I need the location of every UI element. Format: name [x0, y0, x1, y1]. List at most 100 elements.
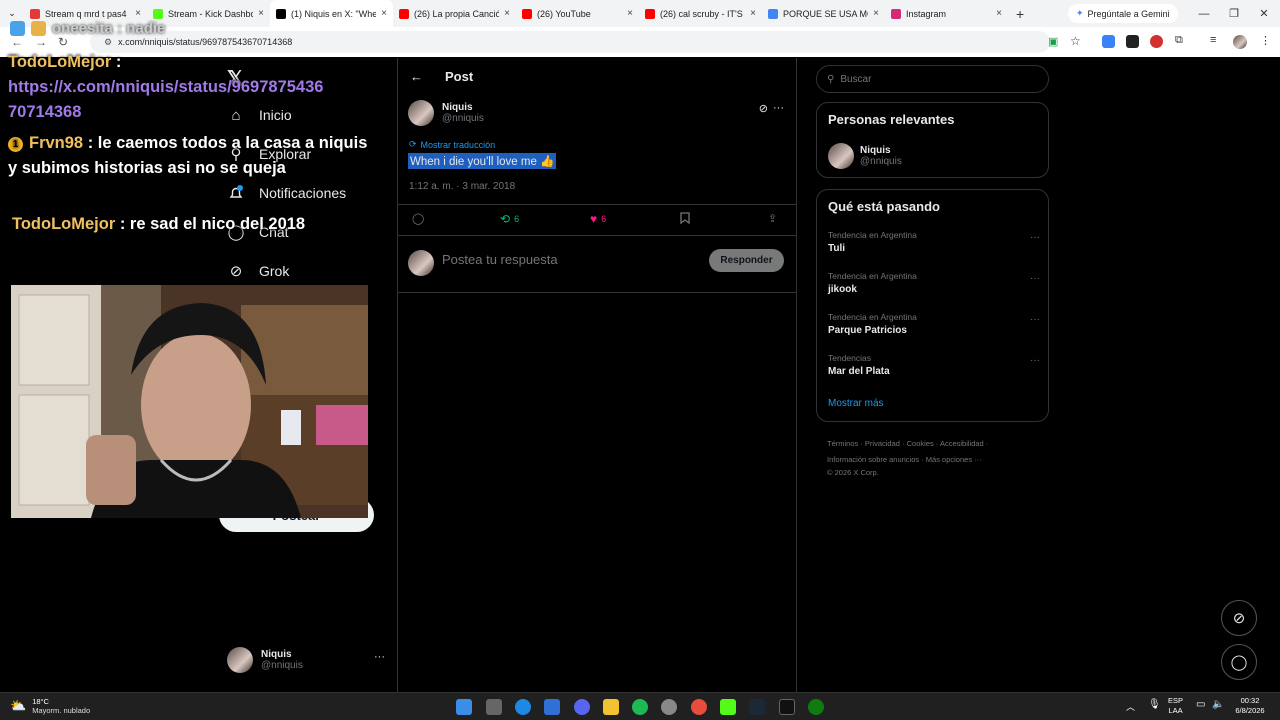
tab-close-icon[interactable]: ×	[135, 8, 141, 19]
tab-label: Stream - Kick Dashbo	[168, 8, 254, 19]
browser-tab[interactable]: (26) La propia Canció ×	[393, 0, 516, 27]
browser-tab[interactable]: Stream - Kick Dashbo ×	[147, 0, 270, 27]
trend-item[interactable]: Tendencias Mar del Plata ···	[828, 353, 1040, 377]
minimize-button[interactable]: —	[1188, 0, 1220, 27]
account-switcher[interactable]: Niquis @nniquis ···	[227, 643, 387, 677]
post-timestamp[interactable]: 1:12 a. m. · 3 mar. 2018	[409, 181, 515, 192]
xbox-icon[interactable]	[808, 699, 824, 715]
volume-icon[interactable]: 🔈	[1212, 699, 1224, 710]
clock[interactable]: 00:32 6/8/2026	[1230, 696, 1270, 716]
mic-icon[interactable]: 🎙	[1148, 699, 1161, 710]
avatar	[828, 143, 854, 169]
tab-close-icon[interactable]: ×	[627, 8, 633, 19]
more-icon[interactable]: ···	[1030, 232, 1040, 243]
more-icon[interactable]: ···	[374, 651, 385, 663]
reply-submit-button[interactable]: Responder	[709, 249, 784, 272]
trend-item[interactable]: Tendencia en Argentina Parque Patricios …	[828, 312, 1040, 336]
tiktok-icon[interactable]	[779, 699, 795, 715]
trend-item[interactable]: Tendencia en Argentina Tuli ···	[828, 230, 1040, 254]
repost-button[interactable]: ⟲ 6	[500, 212, 519, 226]
extensions-puzzle-icon[interactable]: ⧉	[1175, 34, 1183, 47]
bookmark-icon	[680, 212, 690, 224]
tab-menu-icon[interactable]: ⌄	[0, 8, 24, 19]
tab-close-icon[interactable]: ×	[750, 8, 756, 19]
page-title: Post	[445, 68, 474, 84]
spotify-icon[interactable]	[632, 699, 648, 715]
task-view-icon[interactable]	[486, 699, 502, 715]
maximize-button[interactable]: ❐	[1218, 0, 1250, 27]
extension-icon[interactable]	[1102, 35, 1115, 48]
language-indicator[interactable]: ESP LAA	[1168, 696, 1183, 716]
translate-link[interactable]: ⟳ Mostrar traducción	[409, 139, 495, 150]
browser-tab[interactable]: (26) cal scruby - IT'S ×	[639, 0, 762, 27]
reply-input[interactable]: Postea tu respuesta	[442, 252, 558, 267]
show-more-link[interactable]: Mostrar más	[828, 398, 884, 409]
obs-icon[interactable]	[661, 699, 677, 715]
browser-tab[interactable]: (26) YouTube ×	[516, 0, 639, 27]
discord-icon[interactable]	[574, 699, 590, 715]
steam-icon[interactable]	[749, 699, 765, 715]
footer-links[interactable]: Términos · Privacidad · Cookies · Accesi…	[827, 436, 1052, 452]
browser-tab[interactable]: (1) Niquis en X: "Whe ×	[270, 0, 393, 27]
share-button[interactable]: ⇪	[768, 212, 777, 225]
outlook-icon[interactable]	[544, 699, 560, 715]
nav-item-notifications[interactable]: Notificaciones	[227, 184, 346, 202]
kick-icon[interactable]	[720, 699, 736, 715]
more-icon[interactable]: ···	[1030, 314, 1040, 325]
tray-overflow-icon[interactable]: ︿	[1126, 700, 1135, 713]
footer-links[interactable]: Información sobre anuncios · Más opcione…	[827, 452, 1052, 468]
site-info-icon[interactable]: ⚙	[104, 37, 112, 48]
author-handle[interactable]: @nniquis	[442, 113, 484, 124]
clock-time: 00:32	[1240, 696, 1260, 705]
weather-widget[interactable]: ⛅ 18°C Mayorm. nublado	[10, 697, 90, 715]
relevant-people-card: Personas relevantes Niquis @nniquis	[816, 102, 1049, 178]
more-icon[interactable]: ···	[1030, 355, 1040, 366]
tab-favicon-icon	[399, 8, 409, 19]
chat-fab-button[interactable]: ◯	[1221, 644, 1257, 680]
browser-menu-icon[interactable]: ⋮	[1260, 34, 1271, 47]
post-author[interactable]: Niquis @nniquis	[408, 100, 484, 126]
tab-close-icon[interactable]: ×	[996, 8, 1002, 19]
trend-name: Tuli	[828, 243, 846, 254]
tab-close-icon[interactable]: ×	[381, 8, 387, 19]
file-explorer-icon[interactable]	[603, 699, 619, 715]
grok-icon: ⊘	[229, 263, 243, 280]
grok-icon[interactable]: ⊘	[759, 102, 768, 115]
start-icon[interactable]	[456, 699, 472, 715]
tab-close-icon[interactable]: ×	[873, 8, 879, 19]
reading-list-icon[interactable]: ≡	[1210, 34, 1216, 46]
tab-close-icon[interactable]: ×	[504, 8, 510, 19]
edge-icon[interactable]	[515, 699, 531, 715]
browser-tab[interactable]: Instagram ×	[885, 0, 1008, 27]
more-icon[interactable]: ···	[773, 102, 784, 114]
avatar[interactable]	[408, 100, 434, 126]
bookmark-star-icon[interactable]: ☆	[1070, 34, 1081, 48]
relevant-person[interactable]: Niquis @nniquis	[828, 143, 902, 169]
extension-icon[interactable]	[1150, 35, 1163, 48]
network-icon[interactable]: ▭	[1196, 699, 1205, 710]
close-window-button[interactable]: ✕	[1248, 0, 1280, 27]
search-input[interactable]: ⚲ Buscar	[816, 65, 1049, 93]
install-icon[interactable]: ▣	[1048, 35, 1058, 48]
trend-item[interactable]: Tendencia en Argentina jikook ···	[828, 271, 1040, 295]
chat-ghost-line: oneesita : nadie	[10, 20, 165, 37]
more-icon[interactable]: ···	[1030, 273, 1040, 284]
chat-link: https://x.com/nniquis/status/96978754367…	[8, 78, 324, 121]
person-handle: @nniquis	[860, 156, 902, 167]
browser-tab[interactable]: PORQUE SE USA MO ×	[762, 0, 885, 27]
gemini-button[interactable]: ✦ Pregúntale a Gemini	[1068, 4, 1178, 23]
tab-close-icon[interactable]: ×	[258, 8, 264, 19]
like-button[interactable]: ♥ 6	[590, 212, 606, 226]
nav-item-grok[interactable]: ⊘ Grok	[227, 262, 290, 280]
new-tab-button[interactable]: +	[1008, 6, 1032, 22]
reply-button[interactable]: ◯	[412, 212, 424, 225]
person-name: Niquis	[860, 145, 891, 156]
extension-icon[interactable]	[1126, 35, 1139, 48]
bookmark-button[interactable]	[680, 212, 690, 224]
back-arrow-icon[interactable]: ←	[410, 69, 423, 84]
chrome-icon[interactable]	[691, 699, 707, 715]
profile-avatar[interactable]	[1233, 35, 1247, 49]
grok-fab-button[interactable]: ⊘	[1221, 600, 1257, 636]
author-name[interactable]: Niquis	[442, 102, 484, 113]
tab-favicon-icon	[768, 8, 778, 19]
